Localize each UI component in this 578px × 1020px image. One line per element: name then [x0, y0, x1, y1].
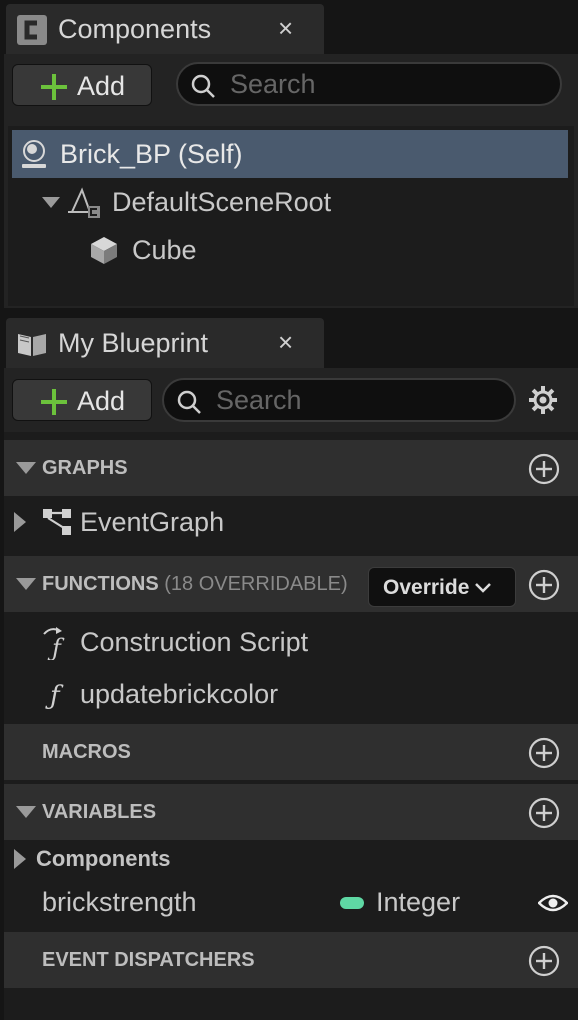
- section-title: MACROS: [42, 741, 131, 763]
- gear-icon[interactable]: [528, 385, 558, 415]
- add-graph-icon[interactable]: [528, 453, 560, 485]
- section-title: GRAPHS: [42, 457, 128, 479]
- add-macro-icon[interactable]: [528, 737, 560, 769]
- components-tab-title: Components: [58, 14, 212, 44]
- section-title: VARIABLES: [42, 801, 157, 823]
- section-macros[interactable]: MACROS: [4, 724, 578, 780]
- add-label: Add: [77, 71, 126, 101]
- actor-self-icon: [22, 140, 46, 168]
- section-title: FUNCTIONS (18 OVERRIDABLE): [42, 572, 348, 596]
- collapse-arrow-icon[interactable]: [16, 578, 36, 590]
- tree-item-cube[interactable]: Cube: [12, 226, 568, 274]
- override-dropdown[interactable]: Override: [368, 567, 516, 607]
- list-item-construction-script[interactable]: ƒ Construction Script: [4, 616, 578, 668]
- components-close-button[interactable]: ×: [278, 10, 293, 46]
- components-add-button[interactable]: Add: [12, 64, 152, 106]
- section-variables[interactable]: VARIABLES: [4, 784, 578, 840]
- functions-subtitle: (18 OVERRIDABLE): [164, 573, 348, 595]
- collapse-arrow-icon[interactable]: [16, 462, 36, 474]
- item-label: Construction Script: [80, 627, 309, 657]
- blueprint-search[interactable]: [162, 378, 516, 422]
- variable-type[interactable]: Integer: [376, 886, 460, 918]
- expand-arrow-icon[interactable]: [14, 849, 26, 869]
- svg-text:ƒ: ƒ: [47, 634, 65, 660]
- my-blueprint-tab[interactable]: My Blueprint ×: [6, 318, 324, 368]
- section-title: EVENT DISPATCHERS: [42, 949, 255, 971]
- construction-function-icon: ƒ: [43, 627, 65, 660]
- tree-label: Cube: [132, 235, 197, 265]
- add-function-icon[interactable]: [528, 569, 560, 601]
- event-graph-icon: [43, 509, 71, 535]
- tree-label: DefaultSceneRoot: [112, 187, 332, 217]
- blueprint-search-input[interactable]: [216, 384, 496, 416]
- function-icon: ƒ: [45, 681, 64, 710]
- category-label: Components: [36, 846, 171, 871]
- search-icon: [177, 390, 201, 414]
- functions-title: FUNCTIONS: [42, 573, 159, 595]
- scene-root-icon: [68, 187, 100, 218]
- eye-icon[interactable]: [538, 892, 568, 914]
- override-label: Override: [383, 576, 470, 599]
- my-blueprint-tab-title: My Blueprint: [58, 328, 209, 358]
- plus-icon: [41, 389, 67, 415]
- components-icon: [17, 15, 47, 45]
- book-icon: [18, 334, 46, 356]
- section-graphs[interactable]: GRAPHS: [4, 440, 578, 496]
- variable-category-components[interactable]: Components: [4, 840, 578, 878]
- components-panel: Add Brick_BP (Self) DefaultSce: [4, 54, 578, 308]
- collapse-arrow-icon[interactable]: [16, 806, 36, 818]
- svg-text:ƒ: ƒ: [45, 681, 64, 710]
- add-label: Add: [77, 386, 126, 416]
- tree-item-brick-bp[interactable]: Brick_BP (Self): [12, 130, 568, 178]
- expand-arrow-icon[interactable]: [42, 197, 60, 208]
- expand-arrow-icon[interactable]: [14, 512, 26, 532]
- cube-mesh-icon: [91, 237, 117, 264]
- list-item-event-graph[interactable]: EventGraph: [4, 496, 578, 548]
- add-event-dispatcher-icon[interactable]: [528, 945, 560, 977]
- item-label: updatebrickcolor: [80, 679, 279, 709]
- integer-type-pill-icon[interactable]: [340, 897, 364, 909]
- tree-label: Brick_BP (Self): [60, 139, 243, 169]
- chevron-down-icon: [475, 583, 491, 593]
- add-variable-icon[interactable]: [528, 797, 560, 829]
- search-icon: [191, 74, 215, 98]
- components-tab[interactable]: Components ×: [6, 4, 324, 54]
- components-search[interactable]: [176, 62, 562, 106]
- components-tree: Brick_BP (Self) DefaultSceneRoot Cube: [8, 126, 574, 306]
- my-blueprint-close-button[interactable]: ×: [278, 324, 293, 360]
- plus-icon: [41, 74, 67, 100]
- section-functions[interactable]: FUNCTIONS (18 OVERRIDABLE) Override: [4, 556, 578, 612]
- tree-item-default-scene-root[interactable]: DefaultSceneRoot: [12, 178, 568, 226]
- item-label: EventGraph: [80, 507, 225, 537]
- blueprint-toolbar: Add: [4, 368, 578, 432]
- blueprint-add-button[interactable]: Add: [12, 379, 152, 421]
- variable-name: brickstrength: [42, 887, 197, 917]
- components-search-input[interactable]: [230, 68, 530, 100]
- list-item-updatebrickcolor[interactable]: ƒ updatebrickcolor: [4, 668, 578, 720]
- variable-row-brickstrength[interactable]: brickstrength Integer: [4, 878, 578, 928]
- section-event-dispatchers[interactable]: EVENT DISPATCHERS: [4, 932, 578, 988]
